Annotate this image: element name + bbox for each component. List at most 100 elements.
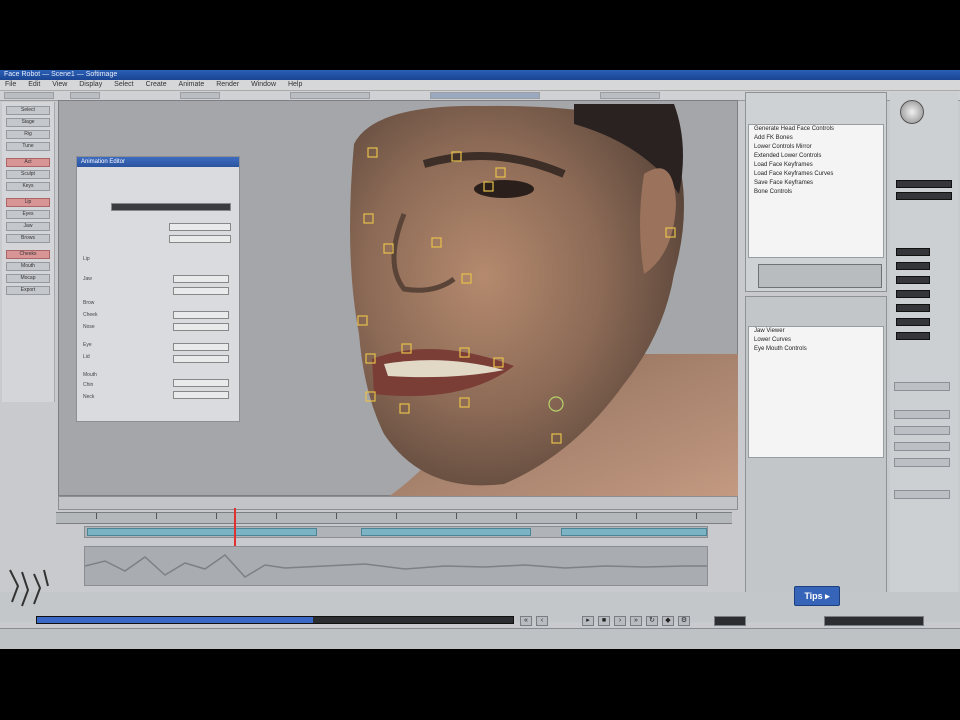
menu-view[interactable]: View xyxy=(47,80,72,90)
panel-row-label: Jaw xyxy=(83,276,92,282)
panel-button[interactable] xyxy=(894,426,950,435)
menu-file[interactable]: File xyxy=(0,80,21,90)
left-button-stage[interactable]: Stage xyxy=(6,118,50,127)
dark-button[interactable] xyxy=(896,290,930,298)
head-model-render[interactable] xyxy=(344,104,738,500)
left-button-act[interactable]: Act xyxy=(6,158,50,167)
menu-select[interactable]: Select xyxy=(109,80,138,90)
settings-icon[interactable]: ⚙ xyxy=(678,616,690,626)
dark-button[interactable] xyxy=(896,262,930,270)
panel-row-label: Brow xyxy=(83,300,95,306)
list-item[interactable]: Load Face Keyframes xyxy=(749,161,883,170)
animation-clip[interactable] xyxy=(561,528,707,536)
next-frame-icon[interactable]: › xyxy=(614,616,626,626)
animation-clip[interactable] xyxy=(87,528,317,536)
panel-row-label: Lid xyxy=(83,354,90,360)
panel-button[interactable] xyxy=(894,458,950,467)
list-item[interactable]: Extended Lower Controls xyxy=(749,152,883,161)
tips-button[interactable]: Tips ▸ xyxy=(794,586,840,606)
title-bar: Face Robot — Scene1 — Softimage xyxy=(0,70,960,80)
playback-progress[interactable] xyxy=(36,616,514,624)
dark-button[interactable] xyxy=(896,304,930,312)
ruler-tick xyxy=(156,513,157,519)
slider-field[interactable] xyxy=(173,275,229,283)
curve-preview[interactable] xyxy=(758,264,882,288)
left-button-brows[interactable]: Brows xyxy=(6,234,50,243)
slider-field[interactable] xyxy=(173,343,229,351)
toolbar-button[interactable] xyxy=(180,92,220,99)
panel-button[interactable] xyxy=(894,490,950,499)
left-button-tune[interactable]: Tune xyxy=(6,142,50,151)
value-field[interactable] xyxy=(169,235,231,243)
character-thumbnails-icon[interactable] xyxy=(6,566,50,616)
timeline-ruler[interactable] xyxy=(56,512,732,524)
toolbar-button[interactable] xyxy=(4,92,54,99)
stop-icon[interactable]: ■ xyxy=(598,616,610,626)
animation-clip[interactable] xyxy=(361,528,531,536)
left-button-keys[interactable]: Keys xyxy=(6,182,50,191)
list-item[interactable]: Load Face Keyframes Curves xyxy=(749,170,883,179)
list-item[interactable]: Lower Curves xyxy=(749,336,883,345)
panel-button[interactable] xyxy=(894,382,950,391)
toolbar-button[interactable] xyxy=(290,92,370,99)
dark-button[interactable] xyxy=(896,318,930,326)
timeline-playhead[interactable] xyxy=(234,508,236,546)
loop-icon[interactable]: ↻ xyxy=(646,616,658,626)
forward-icon[interactable]: » xyxy=(630,616,642,626)
toolbar-button[interactable] xyxy=(600,92,660,99)
left-button-cheeks[interactable]: Cheeks xyxy=(6,250,50,259)
slider-field[interactable] xyxy=(173,355,229,363)
left-button-mouth[interactable]: Mouth xyxy=(6,262,50,271)
dark-field[interactable] xyxy=(714,616,746,626)
left-button-rig[interactable]: Rig xyxy=(6,130,50,139)
menu-animate[interactable]: Animate xyxy=(174,80,210,90)
slider-field[interactable] xyxy=(173,287,229,295)
menu-window[interactable]: Window xyxy=(246,80,281,90)
slider-field[interactable] xyxy=(173,323,229,331)
command-list: Generate Head Face Controls Add FK Bones… xyxy=(748,124,884,258)
dark-button[interactable] xyxy=(896,248,930,256)
menu-render[interactable]: Render xyxy=(211,80,244,90)
prev-frame-icon[interactable]: ‹ xyxy=(536,616,548,626)
dark-button[interactable] xyxy=(896,180,952,188)
left-button-sculpt[interactable]: Sculpt xyxy=(6,170,50,179)
list-item[interactable]: Lower Controls Mirror xyxy=(749,143,883,152)
dark-field[interactable] xyxy=(824,616,924,626)
audio-waveform[interactable] xyxy=(84,546,708,586)
menu-display[interactable]: Display xyxy=(74,80,107,90)
value-field[interactable] xyxy=(169,223,231,231)
slider-field[interactable] xyxy=(173,391,229,399)
list-item[interactable]: Save Face Keyframes xyxy=(749,179,883,188)
menu-help[interactable]: Help xyxy=(283,80,307,90)
left-button-jaw[interactable]: Jaw xyxy=(6,222,50,231)
list-item[interactable]: Bone Controls xyxy=(749,188,883,197)
preset-dropdown[interactable] xyxy=(111,203,231,211)
menu-edit[interactable]: Edit xyxy=(23,80,45,90)
list-item[interactable]: Jaw Viewer xyxy=(749,327,883,336)
cursor-tool-icon[interactable] xyxy=(900,100,924,124)
toolbar-button[interactable] xyxy=(70,92,100,99)
rewind-icon[interactable]: « xyxy=(520,616,532,626)
left-button-mocap[interactable]: Mocap xyxy=(6,274,50,283)
menu-bar: File Edit View Display Select Create Ani… xyxy=(0,80,960,91)
dark-button[interactable] xyxy=(896,332,930,340)
key-icon[interactable]: ◆ xyxy=(662,616,674,626)
list-item[interactable]: Add FK Bones xyxy=(749,134,883,143)
ruler-tick xyxy=(576,513,577,519)
panel-button[interactable] xyxy=(894,442,950,451)
left-button-lip[interactable]: Lip xyxy=(6,198,50,207)
panel-button[interactable] xyxy=(894,410,950,419)
left-button-eyes[interactable]: Eyes xyxy=(6,210,50,219)
toolbar-button[interactable] xyxy=(430,92,540,99)
left-button-export[interactable]: Export xyxy=(6,286,50,295)
slider-field[interactable] xyxy=(173,311,229,319)
dark-button[interactable] xyxy=(896,192,952,200)
play-icon[interactable]: ▸ xyxy=(582,616,594,626)
dark-button[interactable] xyxy=(896,276,930,284)
list-item[interactable]: Eye Mouth Controls xyxy=(749,345,883,354)
menu-create[interactable]: Create xyxy=(141,80,172,90)
list-item[interactable]: Generate Head Face Controls xyxy=(749,125,883,134)
slider-field[interactable] xyxy=(173,379,229,387)
left-button-select[interactable]: Select xyxy=(6,106,50,115)
animation-track[interactable] xyxy=(84,526,708,538)
